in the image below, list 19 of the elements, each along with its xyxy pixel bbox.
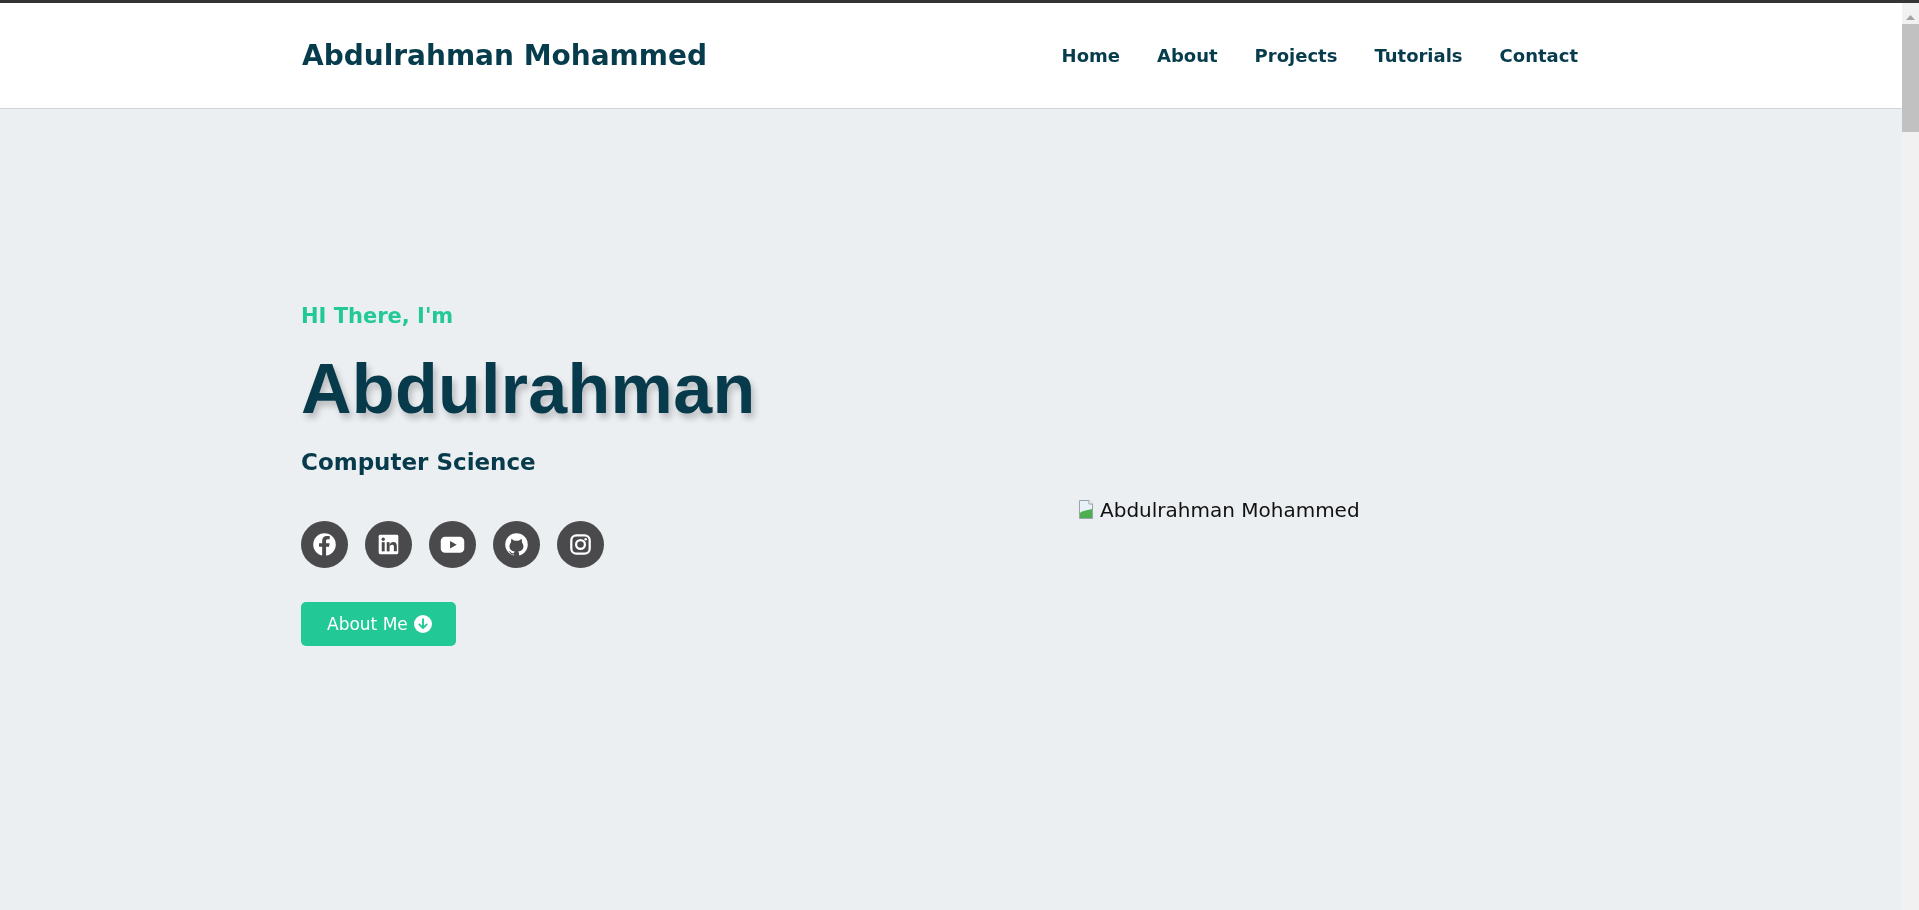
nav-link[interactable]: Tutorials [1374, 45, 1463, 66]
broken-image-icon [1079, 500, 1093, 519]
linkedin-icon[interactable] [365, 521, 412, 568]
image-alt-text: Abdulrahman Mohammed [1100, 496, 1360, 523]
greeting-text: HI There, I'm [301, 303, 454, 330]
subtitle-text: Computer Science [301, 448, 536, 477]
scrollbar[interactable] [1902, 3, 1919, 910]
nav-link[interactable]: Contact [1499, 45, 1578, 66]
facebook-icon[interactable] [301, 521, 348, 568]
nav-link[interactable]: Projects [1254, 45, 1338, 66]
scrollbar-thumb[interactable] [1902, 24, 1919, 132]
name-heading: Abdulrahman [301, 349, 756, 430]
instagram-icon[interactable] [557, 521, 604, 568]
nav-link[interactable]: About [1157, 45, 1218, 66]
nav-link[interactable]: Home [1061, 45, 1120, 66]
site-logo[interactable]: Abdulrahman Mohammed [302, 39, 707, 72]
arrow-down-circle-icon [413, 615, 432, 633]
youtube-icon[interactable] [429, 521, 476, 568]
github-icon[interactable] [493, 521, 540, 568]
